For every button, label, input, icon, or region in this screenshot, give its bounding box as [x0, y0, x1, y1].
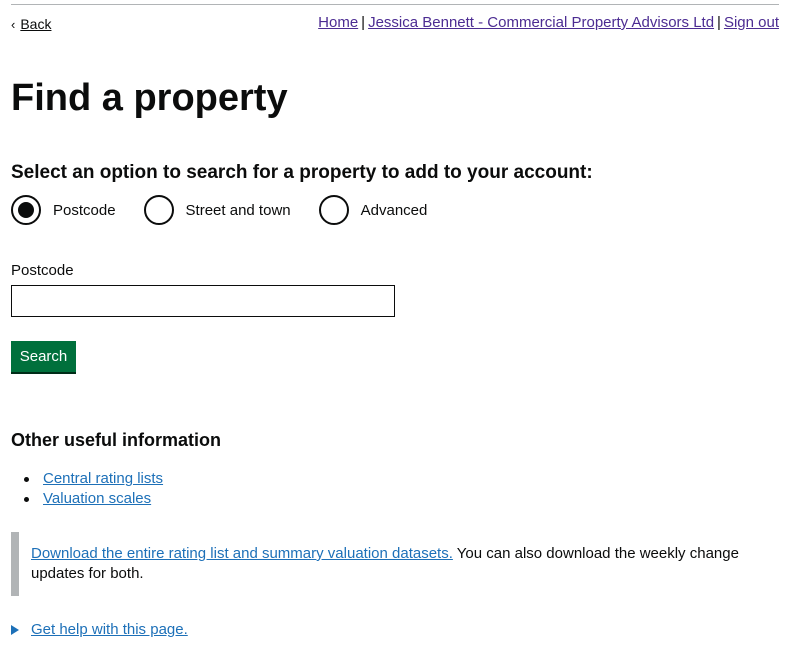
back-link[interactable]: ‹ Back: [11, 16, 51, 32]
radio-button-selected[interactable]: [11, 195, 41, 225]
list-item: Valuation scales: [11, 489, 163, 509]
radio-selected-dot-icon: [18, 202, 34, 218]
search-options-legend: Select an option to search for a propert…: [11, 162, 593, 183]
radio-label-advanced[interactable]: Advanced: [361, 202, 428, 219]
radio-label-postcode[interactable]: Postcode: [53, 202, 116, 219]
radio-street-and-town[interactable]: Street and town: [143, 195, 291, 225]
radio-button[interactable]: [318, 195, 349, 225]
nav-separator: |: [361, 14, 366, 31]
account-navigation: Home | Jessica Bennett - Commercial Proper…: [318, 14, 779, 31]
nav-separator: |: [717, 14, 721, 31]
central-rating-lists-link[interactable]: Central rating lists: [43, 470, 163, 487]
postcode-field-label: Postcode: [11, 262, 74, 279]
postcode-input[interactable]: [11, 285, 395, 317]
useful-links-list: Central rating lists Valuation scales: [11, 469, 163, 509]
radio-button[interactable]: [143, 195, 174, 225]
radio-label-street-and-town[interactable]: Street and town: [186, 202, 291, 219]
help-details[interactable]: Get help with this page.: [11, 621, 188, 638]
get-help-link[interactable]: Get help with this page.: [31, 621, 188, 638]
chevron-left-icon: ‹: [11, 17, 16, 32]
triangle-right-icon[interactable]: [11, 624, 19, 635]
bullet-icon: [24, 477, 29, 482]
account-link[interactable]: Jessica Bennett - Commercial Property Ad…: [368, 14, 714, 31]
sign-out-link[interactable]: Sign out: [724, 14, 779, 31]
back-link-label: Back: [20, 16, 52, 32]
list-item: Central rating lists: [11, 469, 163, 489]
download-inset-text: Download the entire rating list and summ…: [11, 532, 751, 596]
radio-postcode[interactable]: Postcode: [11, 195, 116, 225]
search-option-radios: Postcode Street and town Advanced: [11, 195, 455, 225]
home-link[interactable]: Home: [318, 14, 358, 31]
valuation-scales-link[interactable]: Valuation scales: [43, 490, 151, 507]
page-title: Find a property: [11, 77, 288, 119]
top-divider: [11, 4, 779, 5]
other-info-heading: Other useful information: [11, 430, 222, 450]
download-datasets-link[interactable]: Download the entire rating list and summ…: [31, 545, 453, 562]
bullet-icon: [24, 497, 29, 502]
radio-advanced[interactable]: Advanced: [318, 195, 428, 225]
search-button[interactable]: Search: [11, 341, 76, 372]
